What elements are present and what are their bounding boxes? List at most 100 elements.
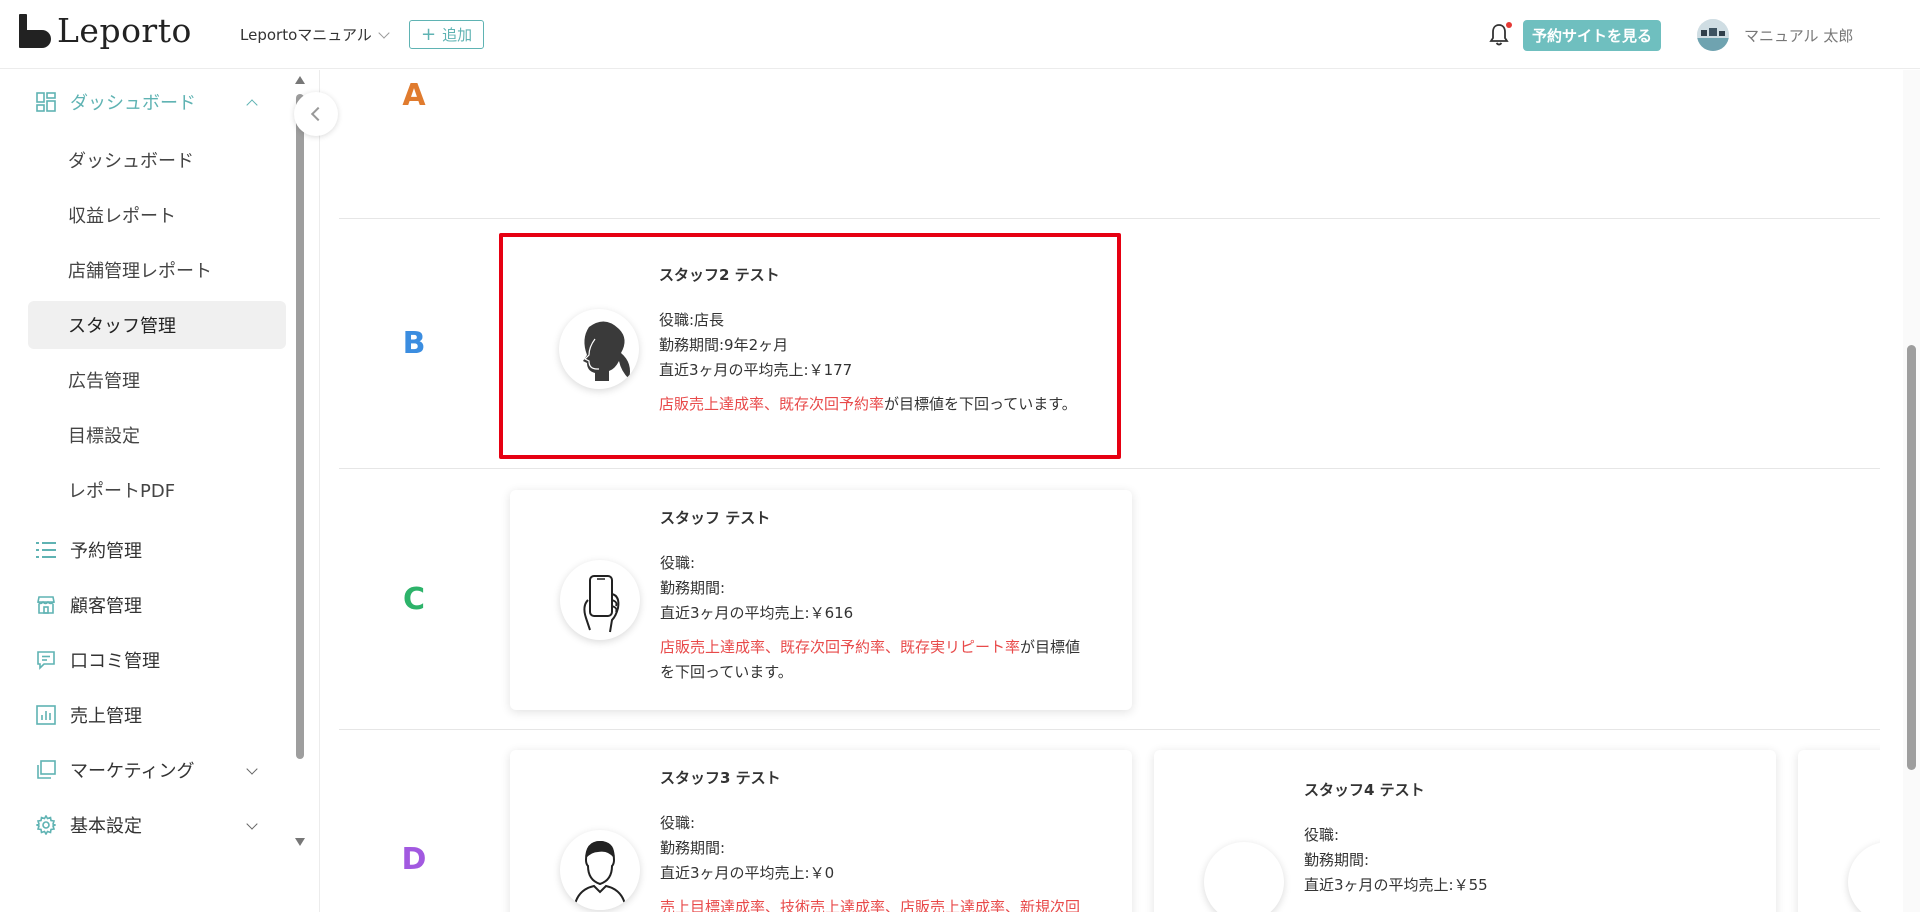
- logo-text: Leporto: [57, 11, 192, 50]
- bar-chart-icon: [35, 704, 57, 726]
- layers-icon: [35, 759, 57, 781]
- sidebar-item-reviews[interactable]: 口コミ管理: [0, 638, 290, 682]
- sidebar-item-label: 売上管理: [70, 706, 142, 727]
- sidebar-collapse-button[interactable]: [294, 92, 338, 136]
- chevron-down-icon: [378, 26, 390, 39]
- staff-tenure: 勤務期間:: [1304, 851, 1370, 869]
- staff-photo: [559, 309, 639, 389]
- staff-card[interactable]: スタッフ テスト 役職: 勤務期間: 直近3ヶ月の平均売上:￥616 店販売上達…: [510, 490, 1132, 710]
- sidebar-item-dashboard[interactable]: ダッシュボード: [0, 80, 290, 124]
- view-reservation-site-button[interactable]: 予約サイトを見る: [1523, 20, 1661, 51]
- sidebar-scrollbar[interactable]: [295, 70, 305, 846]
- staff-avg-sales: 直近3ヶ月の平均売上:￥177: [659, 361, 853, 379]
- woman-silhouette-icon: [583, 321, 630, 381]
- staff-photo: [560, 560, 640, 640]
- chevron-up-icon: [246, 99, 258, 111]
- grade-a-panel: [490, 70, 1880, 218]
- staff-info: スタッフ4 テスト 役職: 勤務期間: 直近3ヶ月の平均売上:￥55: [1304, 778, 1734, 898]
- staff-role: 役職:: [1304, 826, 1340, 844]
- row-divider: [339, 468, 1880, 469]
- staff-tenure: 勤務期間:: [660, 839, 726, 857]
- sidebar-item-marketing[interactable]: マーケティング: [0, 748, 290, 792]
- sidebar-subitem-revenue-report[interactable]: 収益レポート: [28, 191, 286, 239]
- alert-metrics: 店販売上達成率、既存次回予約率、既存実リピート率: [660, 638, 1021, 656]
- page-scrollbar[interactable]: [1903, 70, 1920, 912]
- staff-alert: 店販売上達成率、既存次回予約率が目標値を下回っています。: [659, 392, 1089, 417]
- chevron-down-icon: [246, 763, 258, 775]
- sidebar: ダッシュボード ダッシュボード 収益レポート 店舗管理レポート スタッフ管理 広…: [0, 70, 320, 912]
- alert-metrics: 売上目標達成率、技術売上達成率、店販売上達成率、新規次回: [660, 898, 1081, 912]
- row-divider: [339, 218, 1880, 219]
- staff-alert: 店販売上達成率、既存次回予約率、既存実リピート率が目標値を下回っています。: [660, 635, 1090, 685]
- sidebar-subitem-report-pdf[interactable]: レポートPDF: [28, 466, 286, 514]
- store-icon: [35, 594, 57, 616]
- staff-name[interactable]: スタッフ2 テスト: [659, 263, 1089, 288]
- staff-photo: [1848, 842, 1880, 912]
- smartphone-hand-icon: [583, 575, 620, 633]
- comment-icon: [35, 649, 57, 671]
- chevron-left-icon: [310, 106, 326, 122]
- chevron-down-icon: [246, 818, 258, 830]
- sidebar-subitem-ad-management[interactable]: 広告管理: [28, 356, 286, 404]
- staff-card-partial[interactable]: [1798, 750, 1880, 912]
- scroll-up-arrow-icon[interactable]: [295, 76, 305, 84]
- notification-bell-icon[interactable]: [1488, 22, 1512, 47]
- sidebar-item-label: ダッシュボード: [70, 93, 196, 114]
- user-name[interactable]: マニュアル 太郎: [1744, 25, 1853, 46]
- staff-photo: [560, 830, 640, 910]
- man-avatar-icon: [573, 840, 627, 910]
- notification-dot: [1506, 22, 1512, 28]
- staff-info: スタッフ テスト 役職: 勤務期間: 直近3ヶ月の平均売上:￥616 店販売上達…: [660, 506, 1090, 685]
- org-select-label: Leportoマニュアル: [240, 26, 372, 44]
- staff-avg-sales: 直近3ヶ月の平均売上:￥55: [1304, 876, 1488, 894]
- staff-role: 役職:: [660, 814, 696, 832]
- page-scrollbar-thumb[interactable]: [1907, 345, 1916, 770]
- sidebar-item-label: 基本設定: [70, 816, 142, 837]
- sidebar-subitem-dashboard[interactable]: ダッシュボード: [28, 136, 286, 184]
- list-icon: [35, 539, 57, 561]
- staff-card[interactable]: スタッフ2 テスト 役職:店長 勤務期間:9年2ヶ月 直近3ヶ月の平均売上:￥1…: [499, 233, 1121, 459]
- top-header: Leporto Leportoマニュアル + 追加 予約サイトを見る マニュアル…: [0, 0, 1920, 69]
- sidebar-subitem-staff-management[interactable]: スタッフ管理: [28, 301, 286, 349]
- staff-card[interactable]: スタッフ3 テスト 役職: 勤務期間: 直近3ヶ月の平均売上:￥0 売上目標達成…: [510, 750, 1132, 912]
- row-divider: [339, 729, 1880, 730]
- sidebar-scrollbar-thumb[interactable]: [296, 94, 304, 759]
- sidebar-item-label: 顧客管理: [70, 596, 142, 617]
- sidebar-item-label: マーケティング: [70, 761, 195, 782]
- org-select[interactable]: Leportoマニュアル: [240, 24, 390, 45]
- alert-metrics: 店販売上達成率、既存次回予約率: [659, 395, 885, 413]
- staff-tenure: 勤務期間:: [660, 579, 726, 597]
- staff-card[interactable]: スタッフ4 テスト 役職: 勤務期間: 直近3ヶ月の平均売上:￥55: [1154, 750, 1776, 912]
- sidebar-item-label: 予約管理: [70, 541, 142, 562]
- grade-label-c: C: [402, 582, 426, 617]
- leporto-logo[interactable]: Leporto: [19, 14, 192, 48]
- sidebar-item-basic-settings[interactable]: 基本設定: [0, 803, 290, 847]
- sidebar-item-label: 口コミ管理: [70, 651, 160, 672]
- sidebar-subitem-store-report[interactable]: 店舗管理レポート: [28, 246, 286, 294]
- staff-info: スタッフ3 テスト 役職: 勤務期間: 直近3ヶ月の平均売上:￥0 売上目標達成…: [660, 766, 1090, 912]
- sidebar-item-sales[interactable]: 売上管理: [0, 693, 290, 737]
- scroll-down-arrow-icon[interactable]: [295, 838, 305, 846]
- grade-label-b: B: [402, 326, 426, 361]
- plus-icon: +: [421, 23, 437, 45]
- staff-alert: 売上目標達成率、技術売上達成率、店販売上達成率、新規次回: [660, 895, 1090, 912]
- dashboard-grid-icon: [35, 91, 57, 113]
- sidebar-item-reservations[interactable]: 予約管理: [0, 528, 290, 572]
- alert-text: が目標値を下回っています。: [884, 395, 1077, 413]
- staff-name[interactable]: スタッフ テスト: [660, 506, 1090, 531]
- staff-tenure: 勤務期間:9年2ヶ月: [659, 336, 789, 354]
- staff-name[interactable]: スタッフ3 テスト: [660, 766, 1090, 791]
- avatar[interactable]: [1697, 19, 1729, 51]
- staff-photo: [1204, 842, 1284, 912]
- sidebar-item-customers[interactable]: 顧客管理: [0, 583, 290, 627]
- staff-role: 役職:: [660, 554, 696, 572]
- staff-info: スタッフ2 テスト 役職:店長 勤務期間:9年2ヶ月 直近3ヶ月の平均売上:￥1…: [659, 263, 1089, 417]
- add-button-label: 追加: [442, 26, 473, 44]
- add-button[interactable]: + 追加: [409, 20, 485, 49]
- grade-label-a: A: [402, 78, 426, 113]
- staff-grade-list: A B スタッフ2 テスト 役職:店長 勤務期間:9年2ヶ月 直近3ヶ月の平均売…: [339, 70, 1880, 912]
- staff-avg-sales: 直近3ヶ月の平均売上:￥616: [660, 604, 854, 622]
- staff-name[interactable]: スタッフ4 テスト: [1304, 778, 1734, 803]
- sidebar-subitem-goal-settings[interactable]: 目標設定: [28, 411, 286, 459]
- gear-icon: [35, 814, 57, 836]
